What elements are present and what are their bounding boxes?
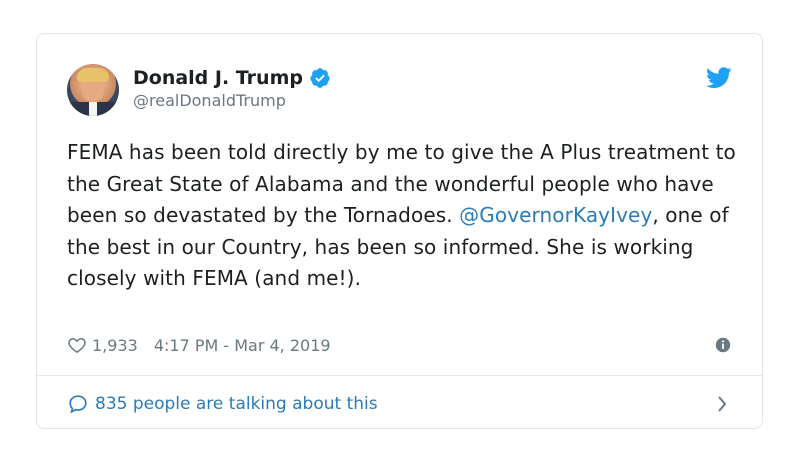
- tweet-text: FEMA has been told directly by me to giv…: [67, 137, 737, 295]
- mention-link[interactable]: @GovernorKayIvey: [459, 203, 652, 227]
- tweet-meta: 1,933 4:17 PM - Mar 4, 2019: [67, 332, 732, 358]
- talking-about-label[interactable]: 835 people are talking about this: [95, 394, 378, 414]
- tweet-header: Donald J. Trump @realDonaldTrump: [67, 64, 732, 120]
- info-icon[interactable]: [714, 336, 732, 354]
- verified-badge-icon: [310, 68, 330, 88]
- tweet-timestamp[interactable]: 4:17 PM - Mar 4, 2019: [154, 336, 331, 355]
- speech-bubble-icon: [69, 395, 87, 414]
- avatar[interactable]: [67, 64, 119, 116]
- heart-icon[interactable]: [67, 335, 87, 355]
- author-block[interactable]: Donald J. Trump @realDonaldTrump: [133, 66, 331, 112]
- display-name-row: Donald J. Trump: [133, 66, 331, 90]
- author-display-name[interactable]: Donald J. Trump: [133, 66, 303, 90]
- tweet-card[interactable]: Donald J. Trump @realDonaldTrump FEMA ha…: [36, 33, 763, 429]
- like-count[interactable]: 1,933: [92, 336, 138, 355]
- avatar-hair: [77, 68, 109, 82]
- footer-divider: [37, 375, 762, 376]
- twitter-bird-icon[interactable]: [706, 67, 732, 89]
- author-handle[interactable]: @realDonaldTrump: [133, 90, 331, 112]
- conversation-link[interactable]: 835 people are talking about this: [67, 389, 732, 419]
- avatar-shirt: [89, 102, 97, 116]
- chevron-right-icon[interactable]: [716, 395, 728, 413]
